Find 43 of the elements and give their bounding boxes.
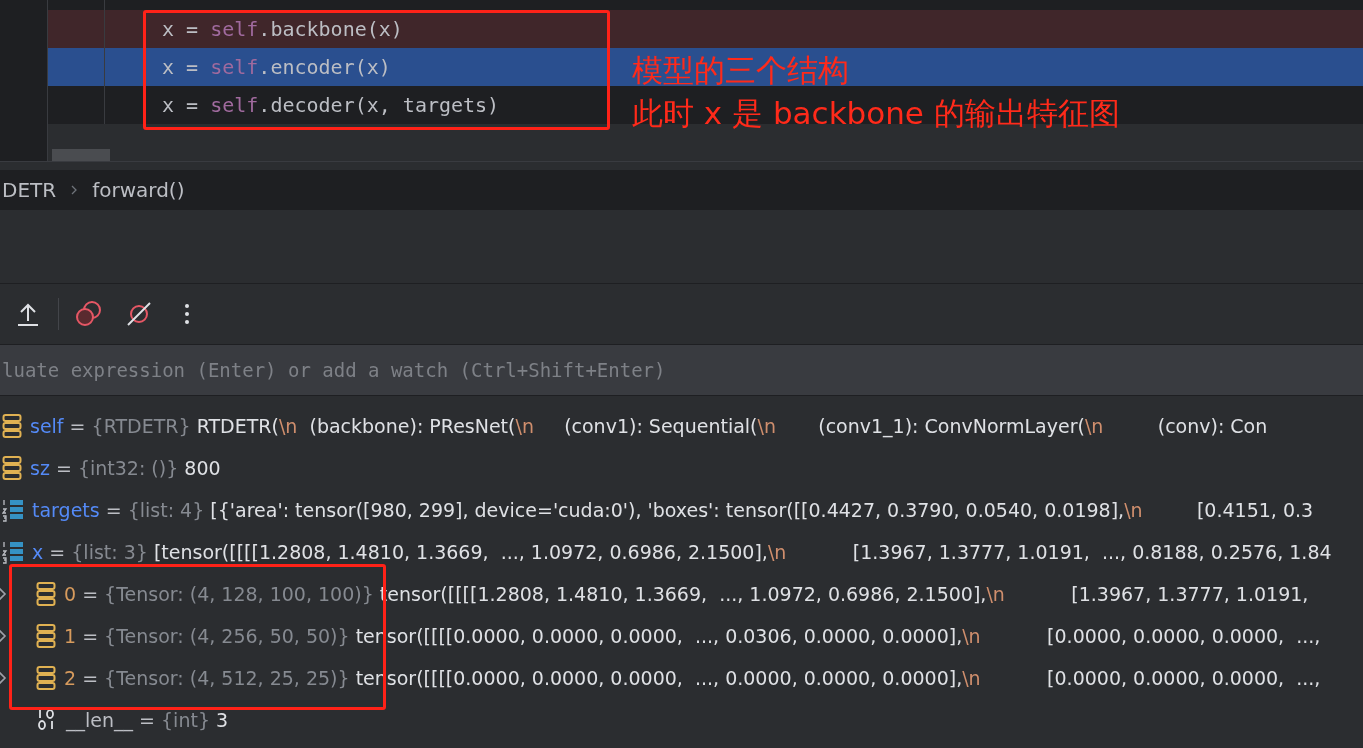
variable-value: RTDETR(\n (backbone): PResNet(\n (conv1): Sequential(\n (conv1_1): ConvNormLayer(\n (conv): Con <box>195 415 1268 437</box>
equals-sign: = <box>81 625 100 647</box>
variable-type: {list: 4} <box>127 499 205 521</box>
variable-value: 800 <box>183 457 221 479</box>
variable-name: sz <box>30 457 50 479</box>
equals-sign: = <box>81 583 100 605</box>
variable-type: {int} <box>161 709 210 731</box>
stack-icon <box>36 582 56 606</box>
stack-icon <box>36 666 56 690</box>
variable-value: [tensor([[[[1.2808, 1.4810, 1.3669, ..., 1.0972, 0.6986, 2.1500],\n [1.3967, 1.3777, 1.0191, ..., 0.8188, 0.2576, 1.84 <box>152 541 1332 563</box>
chevron-right-icon <box>70 184 79 196</box>
annotation-text: 此时 x 是 backbone 的输出特征图 <box>632 94 1120 133</box>
equals-sign: = <box>68 415 87 437</box>
variable-value: 3 <box>215 709 229 731</box>
variable-type: {RTDETR} <box>91 415 191 437</box>
variable-name: 1 <box>64 625 77 647</box>
stack-icon <box>2 414 22 438</box>
equals-sign: = <box>138 709 156 731</box>
numbered-list-icon <box>2 540 24 564</box>
equals-sign: = <box>48 541 67 563</box>
equals-sign: = <box>104 499 123 521</box>
stack-icon <box>36 624 56 648</box>
variable-type: {int32: ()} <box>77 457 179 479</box>
variable-name: x <box>32 541 44 563</box>
stack-icon <box>2 456 22 480</box>
variable-type: {Tensor: (4, 128, 100, 100)} <box>104 583 374 605</box>
equals-sign: = <box>54 457 73 479</box>
variable-name: targets <box>32 499 100 521</box>
variable-name: 2 <box>64 667 77 689</box>
breadcrumb-item[interactable]: DETR <box>2 178 57 202</box>
variable-name: __len__ <box>66 709 133 731</box>
variable-name: 0 <box>64 583 77 605</box>
annotation-text: 模型的三个结构 <box>632 51 850 90</box>
expression-field[interactable]: luate expression (Enter) or add a watch (Ctrl+Shift+Enter) <box>0 344 1363 396</box>
variable-type: {Tensor: (4, 512, 25, 25)} <box>104 667 350 689</box>
variable-name: self <box>30 415 64 437</box>
variable-type: {list: 3} <box>71 541 148 563</box>
breadcrumb-item[interactable]: forward() <box>92 178 185 202</box>
numbered-list-icon <box>2 498 24 522</box>
equals-sign: = <box>81 667 100 689</box>
variable-type: {Tensor: (4, 256, 50, 50)} <box>104 625 350 647</box>
scrollbar-thumb[interactable] <box>52 149 110 161</box>
variable-value: [{'area': tensor([980, 299], device='cuda:0'), 'boxes': tensor([[0.4427, 0.3790, 0.0540, 0.0198],\n [0.4151, 0.3 <box>209 499 1314 521</box>
